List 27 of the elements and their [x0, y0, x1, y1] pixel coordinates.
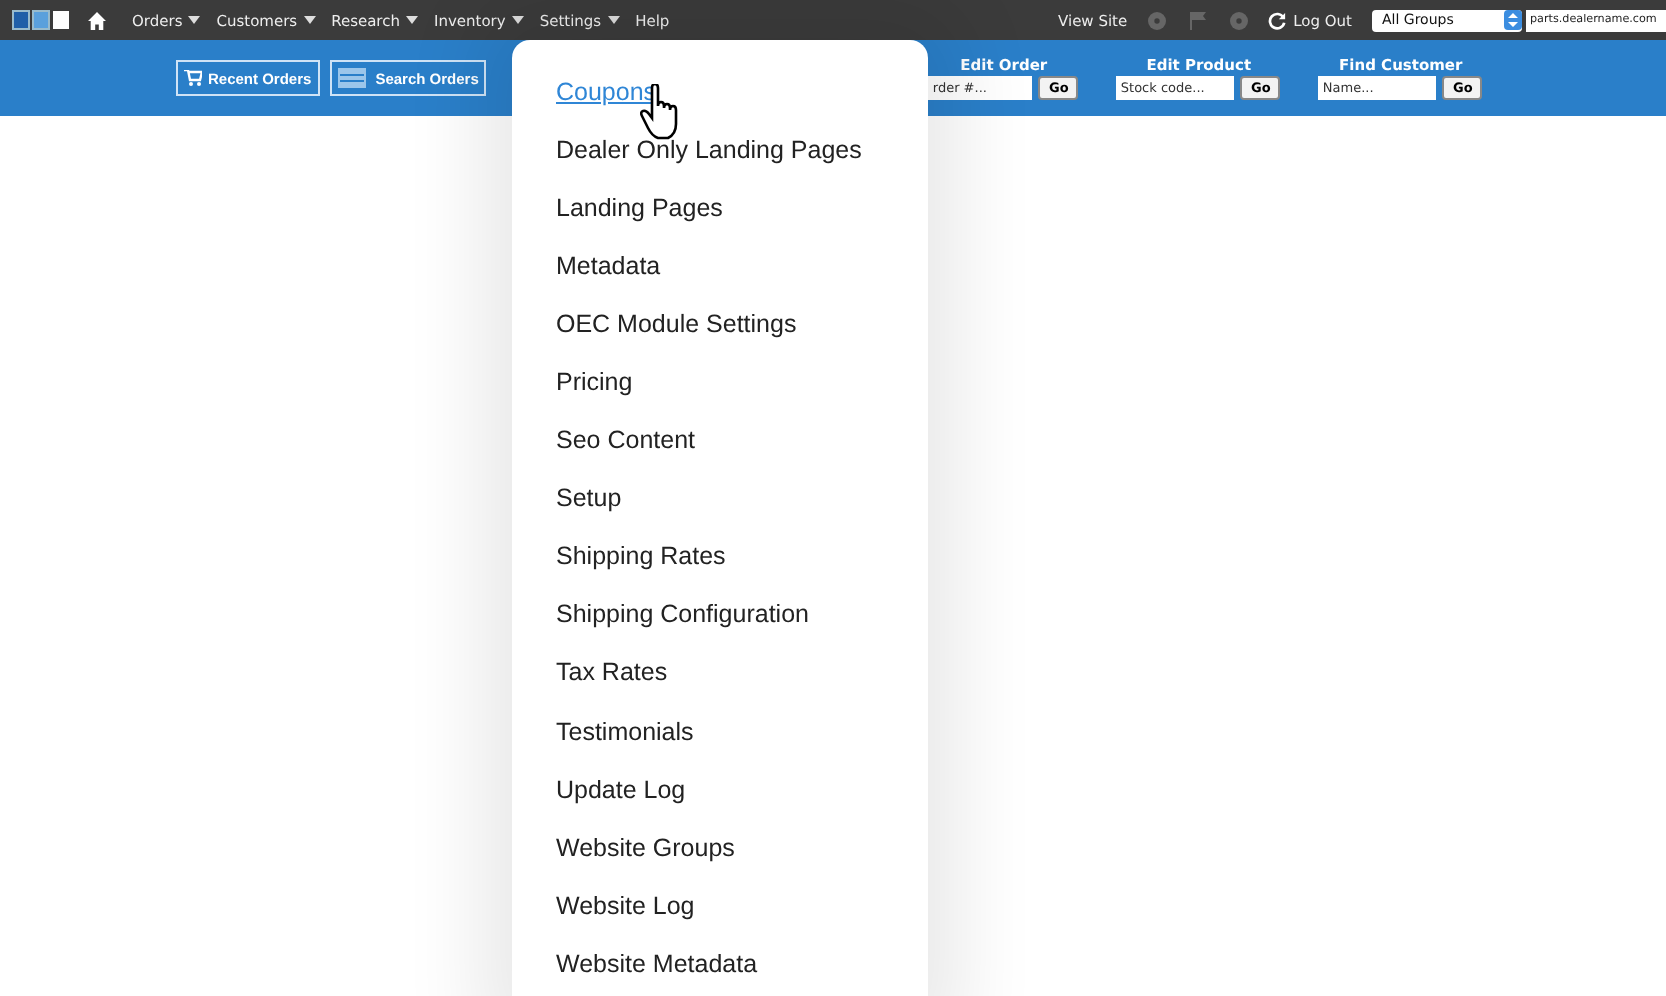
menu-item[interactable]: Seo Content: [512, 411, 695, 470]
caret-icon: [303, 16, 316, 24]
table-icon: [337, 68, 366, 88]
caret-icon: [607, 16, 620, 24]
stepper-icon: [1504, 10, 1522, 30]
menu-item[interactable]: Metadata: [512, 236, 661, 295]
menu-item[interactable]: OEC Module Settings: [512, 294, 797, 353]
menu-item[interactable]: Setup: [512, 469, 622, 528]
refresh-icon: [1267, 11, 1286, 29]
menu-item[interactable]: Update Log: [512, 760, 686, 819]
menu-item[interactable]: Pricing: [512, 352, 633, 412]
menu-item[interactable]: Dealer Only Landing Pages: [512, 120, 862, 179]
flag-icon[interactable]: [1189, 11, 1206, 29]
caret-icon: [188, 16, 201, 24]
menu-item[interactable]: Tax Rates: [512, 643, 668, 703]
cart-icon: [184, 70, 202, 86]
menu-item[interactable]: Website Groups: [512, 818, 735, 877]
menu-item[interactable]: Website Metadata: [512, 934, 758, 993]
menu-item[interactable]: Shipping Configuration: [512, 585, 809, 644]
menu-item[interactable]: Testimonials: [512, 702, 694, 761]
menu-item[interactable]: Landing Pages: [512, 178, 723, 237]
logo-icon[interactable]: [12, 10, 72, 30]
menu-item[interactable]: Website Log: [512, 876, 695, 935]
home-icon[interactable]: [88, 11, 106, 29]
menu-item[interactable]: Shipping Rates: [512, 527, 726, 586]
caret-icon: [511, 16, 524, 24]
caret-icon: [405, 16, 418, 24]
